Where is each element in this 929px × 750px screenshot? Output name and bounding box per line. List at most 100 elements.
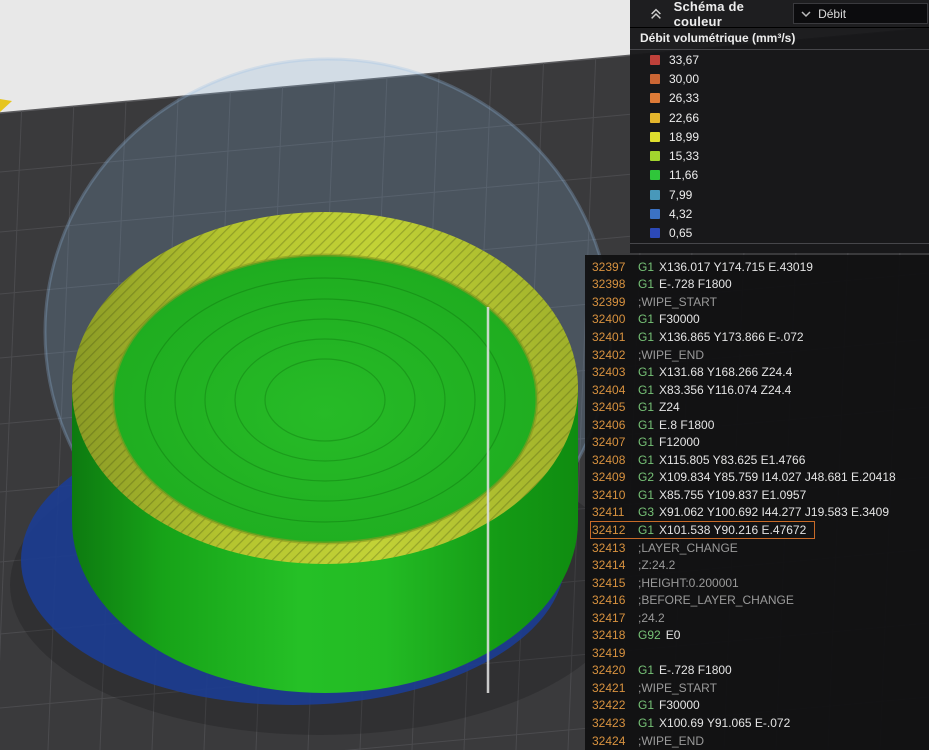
gcode-line[interactable]: 32423G1X100.69 Y91.065 E-.072 [590, 714, 799, 732]
legend-color-swatch [650, 93, 660, 103]
gcode-params: X109.834 Y85.759 I14.027 J48.681 E.20418 [659, 470, 896, 484]
gcode-line[interactable]: 32401G1X136.865 Y173.866 E-.072 [590, 328, 813, 346]
gcode-command: G1 [638, 435, 654, 449]
legend-title: Schéma de couleur [674, 0, 794, 29]
legend-item: 26,33 [630, 89, 929, 108]
gcode-params: X83.356 Y116.074 Z24.4 [659, 383, 791, 397]
gcode-line-number: 32407 [592, 435, 628, 449]
gcode-line[interactable]: 32411G3X91.062 Y100.692 I44.277 J19.583 … [590, 504, 898, 522]
legend-item: 4,32 [630, 204, 929, 223]
legend-subtitle: Débit volumétrique (mm³/s) [630, 28, 929, 49]
gcode-params: F30000 [659, 698, 700, 712]
gcode-line[interactable]: 32400G1F30000 [590, 311, 709, 329]
gcode-line-number: 32398 [592, 277, 628, 291]
legend-items: 33,67 30,00 26,33 22,66 18,99 15,33 11,66 7,99 4… [630, 50, 929, 243]
gcode-command: G92 [638, 628, 661, 642]
gcode-comment: ;WIPE_END [638, 734, 704, 748]
legend-value: 15,33 [669, 149, 699, 163]
gcode-line-number: 32406 [592, 418, 628, 432]
legend-value: 7,99 [669, 188, 692, 202]
chevron-down-icon [801, 9, 811, 19]
gcode-line[interactable]: 32418 G92 E0 [590, 626, 689, 644]
gcode-line[interactable]: 32414 ;Z:24.2 [590, 556, 684, 574]
gcode-command: G1 [638, 277, 654, 291]
legend-color-swatch [650, 209, 660, 219]
legend-color-swatch [650, 74, 660, 84]
gcode-params: X85.755 Y109.837 E1.0957 [659, 488, 806, 502]
gcode-comment: ;WIPE_START [638, 295, 717, 309]
gcode-line[interactable]: 32399 ;WIPE_START [590, 293, 726, 311]
gcode-comment: ;BEFORE_LAYER_CHANGE [638, 593, 794, 607]
gcode-line-number: 32418 [592, 628, 628, 642]
gcode-line-number: 32399 [592, 295, 628, 309]
gcode-line[interactable]: 32402 ;WIPE_END [590, 346, 713, 364]
gcode-command: G1 [638, 716, 654, 730]
gcode-line[interactable]: 32410G1X85.755 Y109.837 E1.0957 [590, 486, 815, 504]
gcode-comment: ;WIPE_START [638, 681, 717, 695]
gcode-params: X131.68 Y168.266 Z24.4 [659, 365, 792, 379]
gcode-comment: ;Z:24.2 [638, 558, 675, 572]
gcode-line-number: 32422 [592, 698, 628, 712]
view-type-value: Débit [818, 7, 846, 21]
gcode-line-number: 32419 [592, 646, 628, 660]
legend-color-swatch [650, 190, 660, 200]
gcode-line-number: 32414 [592, 558, 628, 572]
gcode-line-number: 32415 [592, 576, 628, 590]
legend-item: 18,99 [630, 127, 929, 146]
gcode-command: G1 [638, 400, 654, 414]
gcode-command: G1 [638, 663, 654, 677]
legend-value: 26,33 [669, 91, 699, 105]
legend-item: 30,00 [630, 69, 929, 88]
gcode-params: E.8 F1800 [659, 418, 714, 432]
gcode-params: X100.69 Y91.065 E-.072 [659, 716, 790, 730]
gcode-line[interactable]: 32406 G1 E.8 F1800 [590, 416, 723, 434]
gcode-line[interactable]: 32417;24.2 [590, 609, 674, 627]
legend-value: 22,66 [669, 111, 699, 125]
gcode-line[interactable]: 32416;BEFORE_LAYER_CHANGE [590, 591, 803, 609]
gcode-params: E0 [666, 628, 681, 642]
gcode-comment: ;WIPE_END [638, 348, 704, 362]
legend-value: 30,00 [669, 72, 699, 86]
legend-color-swatch [650, 113, 660, 123]
gcode-line[interactable]: 32398G1E-.728 F1800 [590, 276, 741, 294]
gcode-line-number: 32401 [592, 330, 628, 344]
slicer-gcode-preview-window: Schéma de couleur Débit Débit volumétriq… [0, 0, 929, 750]
gcode-line[interactable]: 32408G1X115.805 Y83.625 E1.4766 [590, 451, 814, 469]
gcode-line[interactable]: 32413;LAYER_CHANGE [590, 539, 747, 557]
gcode-line[interactable]: 32405G1Z24 [590, 398, 689, 416]
gcode-line-number: 32403 [592, 365, 628, 379]
gcode-line[interactable]: 32412G1X101.538 Y90.216 E.47672 [590, 521, 815, 539]
gcode-command: G1 [638, 488, 654, 502]
gcode-line[interactable]: 32415;HEIGHT:0.200001 [590, 574, 748, 592]
legend-item: 11,66 [630, 166, 929, 185]
gcode-params: X101.538 Y90.216 E.47672 [659, 523, 806, 537]
gcode-line[interactable]: 32397G1X136.017 Y174.715 E.43019 [590, 258, 822, 276]
gcode-line[interactable]: 32419 [590, 644, 647, 662]
legend-panel: Schéma de couleur Débit Débit volumétriq… [630, 0, 929, 253]
legend-color-swatch [650, 228, 660, 238]
gcode-line[interactable]: 32403 G1 X131.68 Y168.266 Z24.4 [590, 363, 801, 381]
gcode-command: G1 [638, 260, 654, 274]
gcode-line[interactable]: 32421 ;WIPE_START [590, 679, 726, 697]
gcode-line[interactable]: 32409G2X109.834 Y85.759 I14.027 J48.681 … [590, 469, 905, 487]
collapse-legend-button[interactable] [648, 6, 664, 22]
view-type-dropdown[interactable]: Débit [793, 3, 928, 24]
gcode-line[interactable]: 32407G1F12000 [590, 433, 709, 451]
gcode-command: G1 [638, 312, 654, 326]
gcode-line[interactable]: 32404G1X83.356 Y116.074 Z24.4 [590, 381, 800, 399]
gcode-command: G2 [638, 470, 654, 484]
gcode-lines: 32397G1X136.017 Y174.715 E.4301932398 G1 E… [590, 258, 929, 749]
chevrons-up-icon [649, 7, 663, 21]
gcode-command: G1 [638, 523, 654, 537]
legend-item: 7,99 [630, 185, 929, 204]
gcode-line[interactable]: 32422G1F30000 [590, 697, 709, 715]
gcode-line[interactable]: 32420G1E-.728 F1800 [590, 662, 741, 680]
gcode-command: G1 [638, 418, 654, 432]
legend-value: 33,67 [669, 53, 699, 67]
gcode-line[interactable]: 32424;WIPE_END [590, 732, 713, 750]
gcode-line-number: 32405 [592, 400, 628, 414]
gcode-line-number: 32421 [592, 681, 628, 695]
gcode-command: G1 [638, 365, 654, 379]
gcode-line-number: 32402 [592, 348, 628, 362]
legend-value: 4,32 [669, 207, 692, 221]
